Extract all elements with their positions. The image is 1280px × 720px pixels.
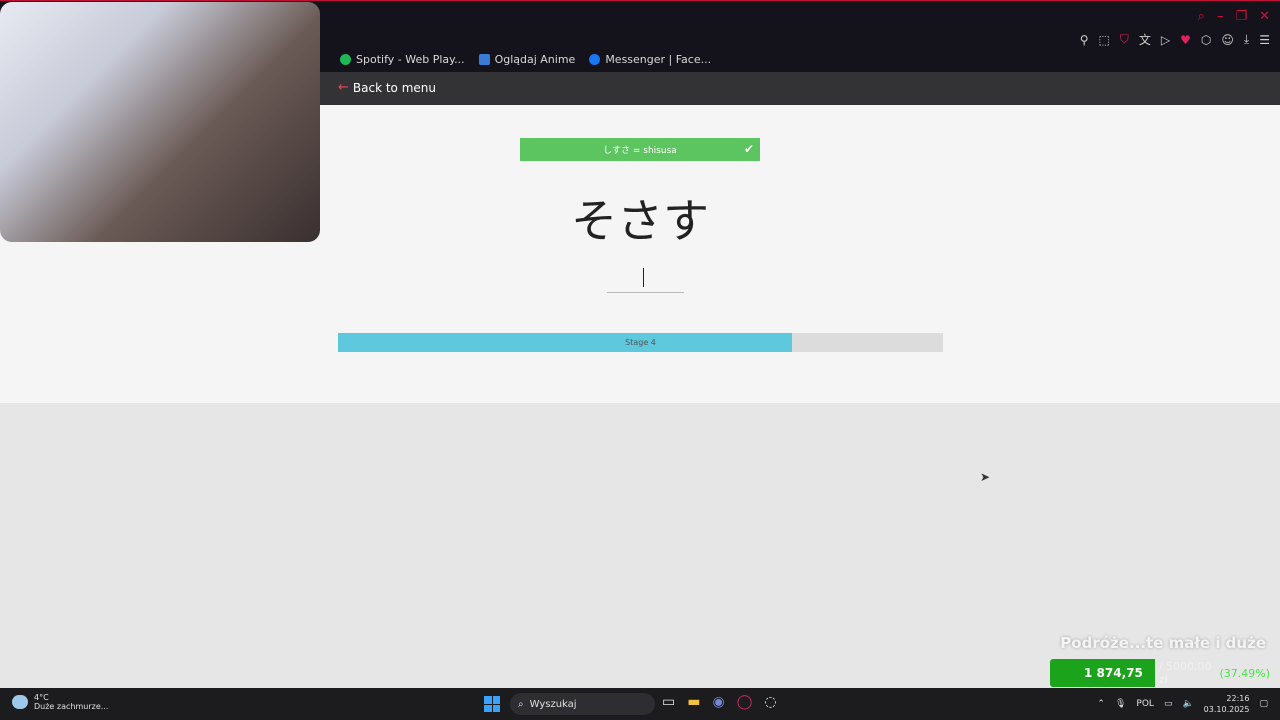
stage-label: Stage 4	[625, 338, 656, 347]
window-controls: ⌕ – ❐ ✕	[1198, 9, 1270, 24]
bookmark-label: Oglądaj Anime	[494, 53, 576, 66]
donation-title: Podróże...te małe i duże	[1060, 634, 1266, 652]
clock[interactable]: 22:16 03.10.2025	[1204, 693, 1250, 715]
taskbar-apps: ▭ ▬ ◉ ◯ ◌	[662, 694, 777, 710]
notifications-icon[interactable]: ▢	[1259, 699, 1268, 709]
snapshot-icon[interactable]: ⬚	[1099, 33, 1110, 47]
windows-start-icon[interactable]	[484, 696, 500, 712]
stage-progress: Stage 4	[338, 333, 943, 352]
menu-icon[interactable]: ☰	[1259, 33, 1270, 47]
translate-icon[interactable]: 文	[1139, 31, 1151, 48]
volume-icon[interactable]: 🔈	[1182, 699, 1193, 709]
extensions-icon[interactable]: ⬡	[1201, 33, 1211, 47]
restore-icon[interactable]: ❐	[1235, 9, 1247, 24]
back-label: Back to menu	[352, 80, 436, 95]
microphone-icon[interactable]: 🎙	[1115, 699, 1126, 709]
mouse-cursor-icon: ➤	[980, 470, 991, 484]
donation-amount: 1 874,75 zł	[1050, 659, 1155, 708]
cloud-icon	[12, 695, 28, 709]
webcam-overlay	[0, 2, 320, 242]
anime-icon	[478, 54, 490, 65]
opera-icon[interactable]: ◯	[737, 694, 753, 710]
close-icon[interactable]: ✕	[1259, 9, 1270, 24]
pocket-icon[interactable]: ⛉	[1120, 32, 1129, 47]
system-tray: ⌃ 🎙 POL ▭ 🔈 22:16 03.10.2025 ▢	[1097, 693, 1268, 715]
weather-desc: Duże zachmurze...	[34, 702, 109, 711]
toolbar-icons: ⚲ ⬚ ⛉ 文 ▷ ♥ ⬡ ☺ ⤓ ☰	[1080, 31, 1270, 48]
bookmarks-bar: Spotify - Web Play... Oglądaj Anime Mess…	[340, 53, 711, 66]
search-placeholder: Wyszukaj	[529, 698, 577, 710]
donation-goal: / 5000,00 zł	[1158, 660, 1212, 686]
heart-icon[interactable]: ♥	[1180, 33, 1191, 47]
bookmark-messenger[interactable]: Messenger | Face...	[589, 53, 711, 66]
donation-percent: (37.49%)	[1219, 666, 1270, 680]
pin-icon[interactable]: ⚲	[1080, 33, 1089, 47]
bookmark-anime[interactable]: Oglądaj Anime	[478, 53, 576, 66]
clock-date: 03.10.2025	[1203, 705, 1250, 714]
facebook-icon	[589, 54, 601, 65]
feedback-banner: しすさ = shisusa ✔	[520, 138, 760, 161]
weather-widget[interactable]: 4°C Duże zachmurze...	[12, 693, 108, 711]
profile-icon[interactable]: ☺	[1221, 33, 1234, 47]
text-caret	[643, 268, 644, 287]
spotify-icon	[340, 54, 351, 65]
bookmark-label: Messenger | Face...	[605, 53, 712, 66]
feedback-text: しすさ = shisusa	[603, 146, 677, 156]
search-icon[interactable]: ⌕	[1198, 9, 1205, 24]
play-icon[interactable]: ▷	[1161, 33, 1170, 47]
clock-time: 22:16	[1226, 694, 1250, 703]
bookmark-label: Spotify - Web Play...	[356, 53, 465, 66]
weather-temp: 4°C	[34, 693, 49, 702]
answer-input[interactable]	[607, 265, 684, 293]
search-icon: ⌕	[518, 698, 524, 710]
taskbar-search[interactable]: ⌕ Wyszukaj	[510, 693, 655, 715]
back-arrow-icon: ←	[338, 80, 349, 95]
chevron-up-icon[interactable]: ⌃	[1097, 699, 1105, 709]
app-icon[interactable]: ◌	[764, 694, 776, 710]
check-icon: ✔	[743, 142, 754, 156]
bookmark-spotify[interactable]: Spotify - Web Play...	[340, 53, 465, 66]
taskbar: 4°C Duże zachmurze... ⌕ Wyszukaj ▭ ▬ ◉ ◯…	[0, 688, 1280, 720]
task-view-icon[interactable]: ▭	[662, 694, 675, 710]
back-to-menu-link[interactable]: ← Back to menu	[338, 80, 436, 95]
file-explorer-icon[interactable]: ▬	[687, 694, 700, 710]
donation-goal-bar: 1 874,75 zł / 5000,00 zł (37.49%)	[1050, 659, 1270, 708]
language-indicator[interactable]: POL	[1136, 699, 1154, 709]
network-icon[interactable]: ▭	[1164, 699, 1173, 709]
download-icon[interactable]: ⤓	[1244, 32, 1249, 47]
minimize-icon[interactable]: –	[1217, 9, 1224, 24]
discord-icon[interactable]: ◉	[712, 694, 724, 710]
